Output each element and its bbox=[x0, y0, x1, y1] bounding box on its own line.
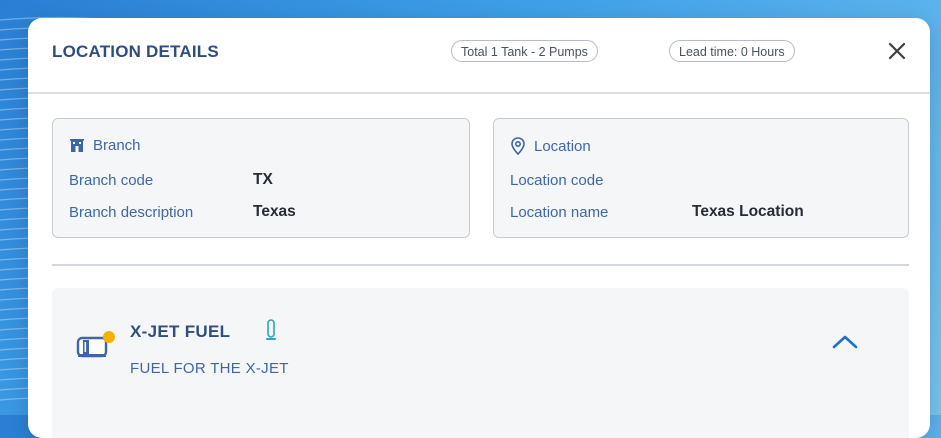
tank-pump-count-badge: Total 1 Tank - 2 Pumps bbox=[451, 40, 598, 62]
fuel-tank-icon bbox=[76, 331, 115, 358]
branch-description-label: Branch description bbox=[69, 204, 194, 221]
tank-level-icon bbox=[266, 319, 276, 340]
location-details-modal: LOCATION DETAILS Total 1 Tank - 2 Pumps … bbox=[28, 18, 930, 438]
branch-card: Branch Branch code TX Branch description… bbox=[52, 118, 470, 238]
fuel-accordion: X-JET FUEL FUEL FOR THE X-JET bbox=[52, 288, 909, 438]
modal-header: LOCATION DETAILS Total 1 Tank - 2 Pumps … bbox=[28, 18, 930, 94]
section-divider bbox=[52, 264, 909, 266]
branch-code-value: TX bbox=[253, 171, 273, 188]
location-heading: Location bbox=[510, 137, 591, 155]
modal-title: LOCATION DETAILS bbox=[52, 42, 219, 61]
branch-code-label: Branch code bbox=[69, 172, 154, 189]
fuel-name: X-JET FUEL bbox=[130, 322, 231, 341]
location-code-label: Location code bbox=[510, 172, 604, 189]
close-button[interactable] bbox=[884, 38, 910, 64]
chevron-up-icon bbox=[832, 335, 858, 349]
location-heading-label: Location bbox=[534, 137, 591, 155]
location-card: Location Location code Location name Tex… bbox=[493, 118, 909, 238]
collapse-button[interactable] bbox=[830, 332, 860, 357]
location-name-label: Location name bbox=[510, 204, 609, 221]
branch-description-value: Texas bbox=[253, 203, 296, 220]
branch-heading: Branch bbox=[69, 137, 141, 154]
location-pin-icon bbox=[511, 137, 525, 155]
building-icon bbox=[70, 138, 84, 152]
close-icon bbox=[888, 42, 906, 60]
lead-time-badge: Lead time: 0 Hours bbox=[669, 40, 795, 62]
location-name-value: Texas Location bbox=[692, 203, 804, 220]
fuel-description: FUEL FOR THE X-JET bbox=[130, 360, 289, 377]
branch-heading-label: Branch bbox=[93, 137, 141, 154]
